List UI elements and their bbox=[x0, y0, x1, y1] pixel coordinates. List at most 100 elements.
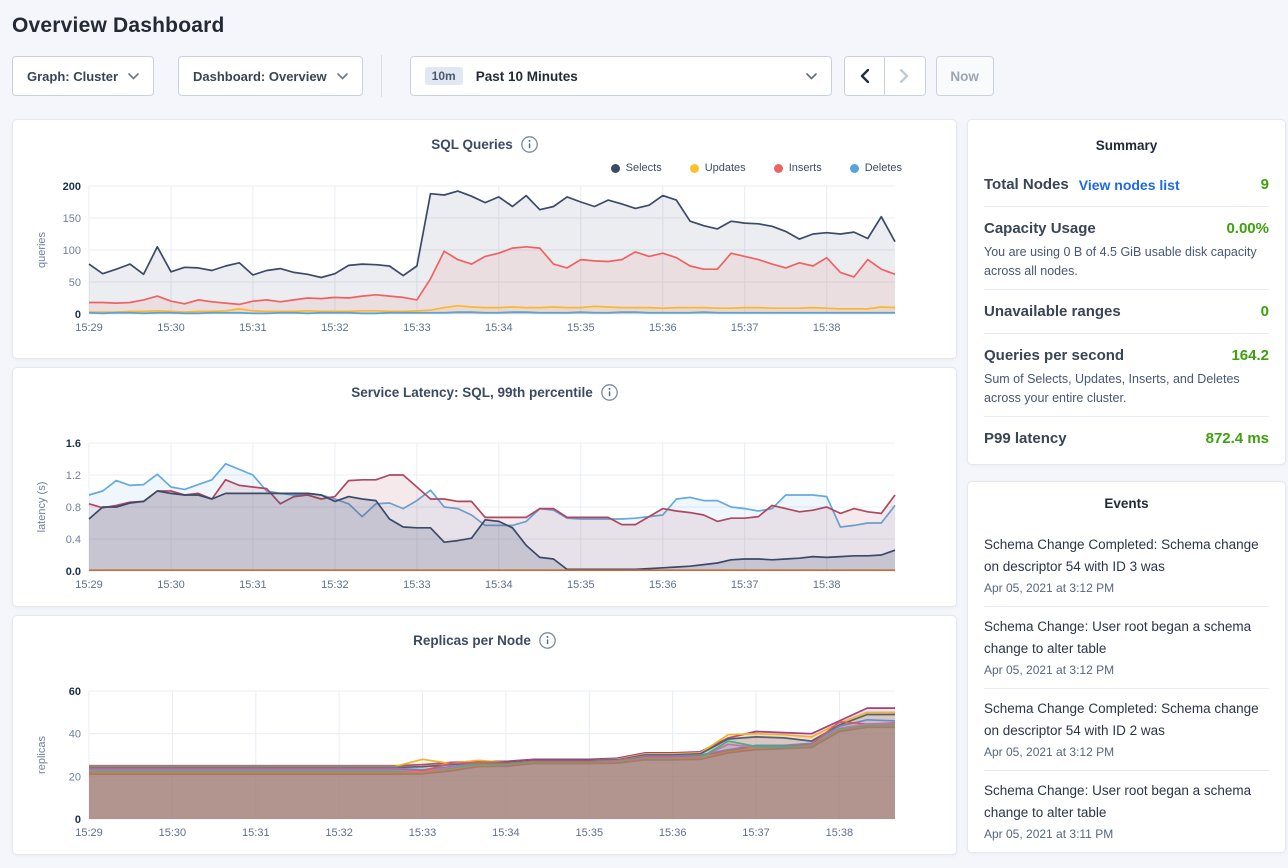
chart-title: Replicas per Node bbox=[413, 633, 531, 648]
event-list-item[interactable]: Schema Change Completed: Schema change o… bbox=[984, 689, 1269, 771]
svg-text:queries: queries bbox=[36, 231, 48, 268]
now-button[interactable]: Now bbox=[936, 56, 994, 96]
svg-text:15:30: 15:30 bbox=[157, 579, 185, 591]
event-timestamp: Apr 05, 2021 at 3:12 PM bbox=[984, 581, 1269, 595]
legend-label: Inserts bbox=[789, 162, 822, 174]
info-icon[interactable] bbox=[521, 136, 538, 153]
svg-text:15:38: 15:38 bbox=[826, 827, 854, 839]
legend-item-selects[interactable]: Selects bbox=[611, 162, 662, 174]
charts-column: SQL Queries Selects Updates Inserts Dele… bbox=[12, 119, 957, 863]
chart-title: Service Latency: SQL, 99th percentile bbox=[351, 385, 593, 400]
summary-divider bbox=[984, 416, 1269, 417]
legend-dot bbox=[850, 164, 859, 173]
event-list-item[interactable]: Schema Change: User root began a schema … bbox=[984, 771, 1269, 852]
time-range-picker[interactable]: 10m Past 10 Minutes bbox=[410, 56, 832, 96]
unavailable-ranges-value: 0 bbox=[1261, 303, 1269, 320]
svg-text:15:37: 15:37 bbox=[731, 579, 759, 591]
svg-text:0.4: 0.4 bbox=[66, 534, 81, 546]
replicas-per-node-chart[interactable]: 020406015:2915:3015:3115:3215:3315:3415:… bbox=[27, 681, 932, 843]
svg-text:20: 20 bbox=[69, 771, 81, 783]
chevron-right-icon bbox=[900, 69, 909, 83]
replicas-per-node-panel: Replicas per Node 020406015:2915:3015:31… bbox=[12, 615, 957, 855]
svg-text:100: 100 bbox=[63, 245, 81, 257]
svg-text:15:35: 15:35 bbox=[567, 322, 595, 334]
page-title: Overview Dashboard bbox=[12, 14, 1286, 38]
event-text: Schema Change: User root began a schema … bbox=[984, 616, 1269, 660]
summary-divider bbox=[984, 206, 1269, 207]
graph-dropdown[interactable]: Graph: Cluster bbox=[12, 56, 154, 96]
svg-text:15:30: 15:30 bbox=[159, 827, 187, 839]
total-nodes-value: 9 bbox=[1261, 176, 1269, 193]
summary-title: Summary bbox=[984, 138, 1269, 153]
event-text: Schema Change: User root began a schema … bbox=[984, 780, 1269, 824]
event-text: Schema Change Completed: Schema change o… bbox=[984, 698, 1269, 742]
legend-item-inserts[interactable]: Inserts bbox=[774, 162, 822, 174]
legend-dot bbox=[690, 164, 699, 173]
svg-text:15:34: 15:34 bbox=[485, 579, 513, 591]
events-title: Events bbox=[984, 496, 1269, 511]
info-icon[interactable] bbox=[539, 632, 556, 649]
svg-text:15:32: 15:32 bbox=[321, 322, 349, 334]
time-step-buttons bbox=[844, 56, 926, 96]
chart-legend: Selects Updates Inserts Deletes bbox=[27, 162, 902, 174]
total-nodes-label: Total Nodes bbox=[984, 176, 1069, 193]
summary-divider bbox=[984, 333, 1269, 334]
sql-queries-panel: SQL Queries Selects Updates Inserts Dele… bbox=[12, 119, 957, 359]
svg-text:15:37: 15:37 bbox=[742, 827, 770, 839]
summary-divider bbox=[984, 289, 1269, 290]
dashboard-dropdown[interactable]: Dashboard: Overview bbox=[178, 56, 363, 96]
svg-text:15:36: 15:36 bbox=[659, 827, 687, 839]
event-list-item[interactable]: Schema Change: User root began a schema … bbox=[984, 607, 1269, 689]
svg-text:15:38: 15:38 bbox=[813, 322, 841, 334]
view-nodes-list-link[interactable]: View nodes list bbox=[1079, 177, 1180, 193]
queries-per-second-value: 164.2 bbox=[1231, 347, 1269, 364]
svg-text:latency (s): latency (s) bbox=[36, 482, 48, 533]
svg-text:15:32: 15:32 bbox=[321, 579, 349, 591]
overview-dashboard-page: Overview Dashboard Graph: Cluster Dashbo… bbox=[0, 0, 1288, 868]
svg-text:0: 0 bbox=[75, 814, 81, 826]
svg-text:15:36: 15:36 bbox=[649, 322, 677, 334]
svg-text:15:33: 15:33 bbox=[403, 579, 431, 591]
svg-text:15:37: 15:37 bbox=[731, 322, 759, 334]
sql-queries-chart[interactable]: 05010015020015:2915:3015:3115:3215:3315:… bbox=[27, 176, 932, 338]
svg-text:1.6: 1.6 bbox=[66, 438, 81, 450]
p99-latency-label: P99 latency bbox=[984, 430, 1067, 447]
time-next-button[interactable] bbox=[885, 57, 925, 95]
svg-text:15:31: 15:31 bbox=[239, 579, 267, 591]
svg-text:0.8: 0.8 bbox=[66, 502, 81, 514]
svg-text:15:35: 15:35 bbox=[567, 579, 595, 591]
legend-dot bbox=[774, 164, 783, 173]
legend-label: Deletes bbox=[865, 162, 902, 174]
chart-title-row: Service Latency: SQL, 99th percentile bbox=[27, 380, 942, 404]
svg-text:50: 50 bbox=[69, 277, 81, 289]
service-latency-panel: Service Latency: SQL, 99th percentile 0.… bbox=[12, 367, 957, 607]
queries-per-second-description: Sum of Selects, Updates, Inserts, and De… bbox=[984, 370, 1269, 408]
legend-item-updates[interactable]: Updates bbox=[690, 162, 746, 174]
svg-text:15:34: 15:34 bbox=[492, 827, 520, 839]
time-prev-button[interactable] bbox=[845, 57, 885, 95]
svg-text:15:33: 15:33 bbox=[403, 322, 431, 334]
event-list-item[interactable]: Schema Change Completed: Schema change o… bbox=[984, 525, 1269, 607]
summary-panel: Summary Total Nodes View nodes list 9 Ca… bbox=[967, 119, 1286, 465]
info-icon[interactable] bbox=[601, 384, 618, 401]
total-nodes-row: Total Nodes View nodes list 9 bbox=[984, 167, 1269, 202]
chart-title: SQL Queries bbox=[431, 137, 513, 152]
svg-text:15:34: 15:34 bbox=[485, 322, 513, 334]
events-panel: Events Schema Change Completed: Schema c… bbox=[967, 481, 1286, 853]
main-content: SQL Queries Selects Updates Inserts Dele… bbox=[12, 119, 1286, 863]
time-window-badge: 10m bbox=[425, 67, 463, 85]
legend-item-deletes[interactable]: Deletes bbox=[850, 162, 902, 174]
chevron-left-icon bbox=[860, 69, 869, 83]
unavailable-ranges-label: Unavailable ranges bbox=[984, 303, 1121, 320]
svg-text:15:31: 15:31 bbox=[242, 827, 270, 839]
svg-text:15:33: 15:33 bbox=[409, 827, 437, 839]
dashboard-dropdown-label: Dashboard: Overview bbox=[193, 69, 327, 84]
time-window-label: Past 10 Minutes bbox=[476, 69, 578, 84]
p99-latency-value: 872.4 ms bbox=[1206, 430, 1269, 447]
legend-label: Updates bbox=[705, 162, 746, 174]
chevron-down-icon bbox=[337, 73, 348, 80]
toolbar: Graph: Cluster Dashboard: Overview 10m P… bbox=[12, 55, 1286, 97]
svg-text:0.0: 0.0 bbox=[66, 566, 81, 578]
service-latency-chart[interactable]: 0.00.40.81.21.615:2915:3015:3115:3215:33… bbox=[27, 433, 932, 595]
svg-text:15:29: 15:29 bbox=[75, 322, 103, 334]
